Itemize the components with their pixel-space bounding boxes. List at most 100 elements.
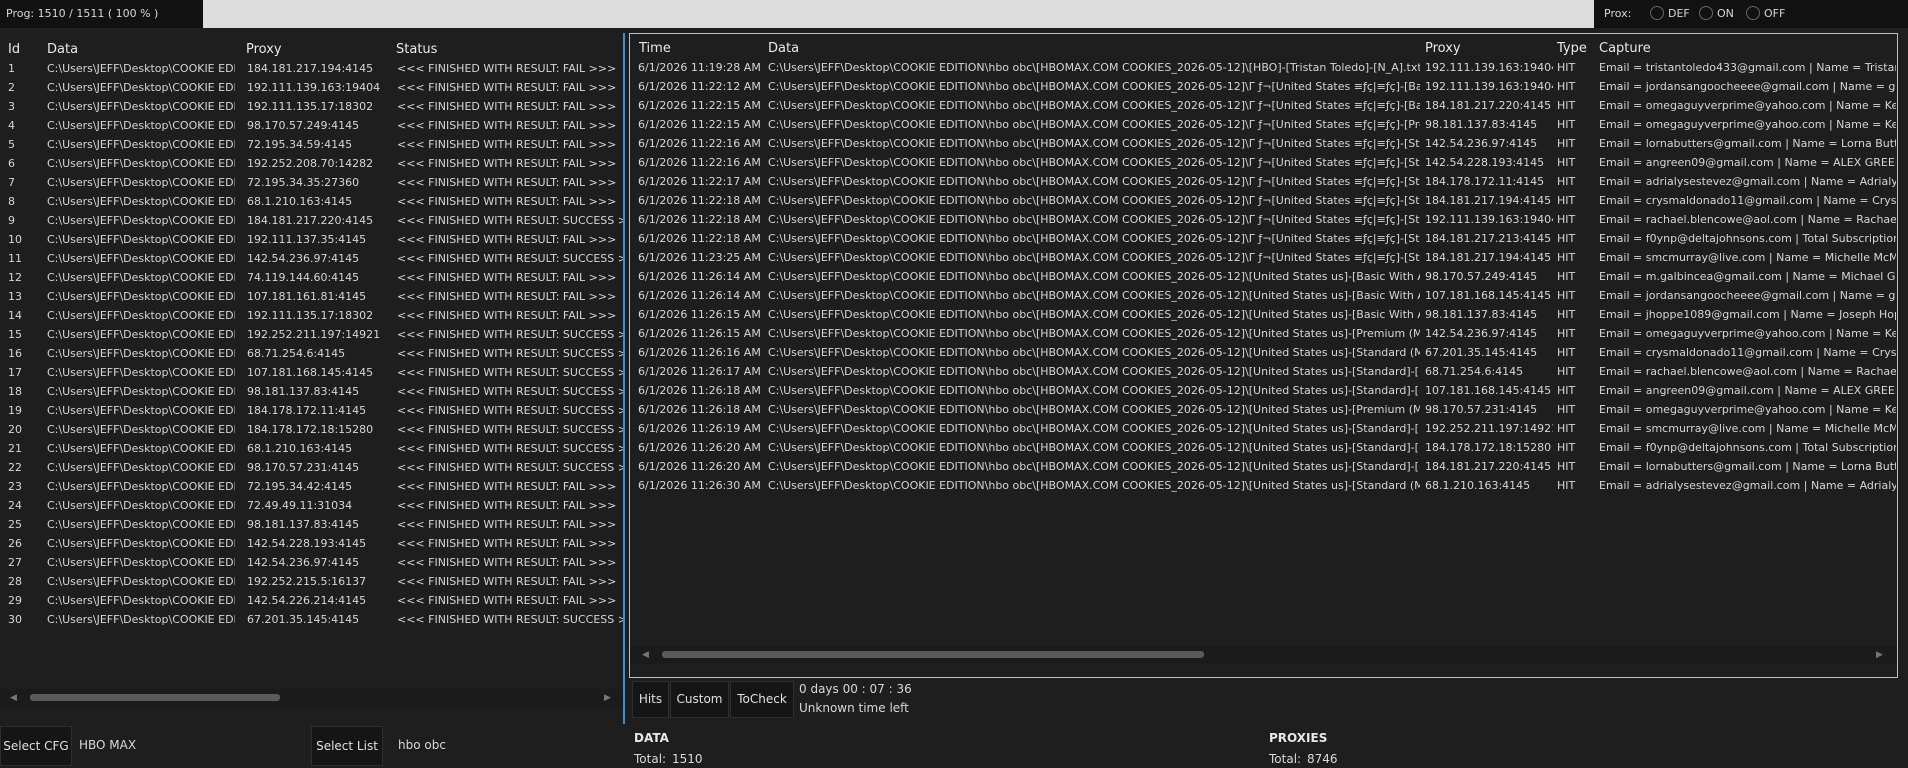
table-row[interactable]: 5 C:\Users\JEFF\Desktop\COOKIE EDI 72.195.… bbox=[0, 135, 623, 154]
cell-capture: Email = tristantoledo433@gmail.com | Nam… bbox=[1599, 61, 1896, 74]
table-row[interactable]: 16 C:\Users\JEFF\Desktop\COOKIE EDI 68.71.… bbox=[0, 344, 623, 363]
table-row[interactable]: 2 C:\Users\JEFF\Desktop\COOKIE EDI 192.111… bbox=[0, 78, 623, 97]
panel-splitter[interactable] bbox=[623, 33, 625, 724]
cell-capture: Email = lornabutters@gmail.com | Name = … bbox=[1599, 460, 1896, 473]
table-row[interactable]: 9 C:\Users\JEFF\Desktop\COOKIE EDI 184.181… bbox=[0, 211, 623, 230]
table-row[interactable]: 6/1/2026 11:22:18 AM C:\Users\JEFF\Deskto… bbox=[630, 229, 1896, 248]
tab-tocheck[interactable]: ToCheck bbox=[730, 681, 794, 718]
table-row[interactable]: 6/1/2026 11:26:30 AM C:\Users\JEFF\Deskto… bbox=[630, 476, 1896, 495]
table-row[interactable]: 4 C:\Users\JEFF\Desktop\COOKIE EDI 98.170.… bbox=[0, 116, 623, 135]
prox-radio-def[interactable] bbox=[1650, 6, 1664, 20]
prox-radio-off[interactable] bbox=[1746, 6, 1760, 20]
table-row[interactable]: 6/1/2026 11:26:14 AM C:\Users\JEFF\Deskto… bbox=[630, 286, 1896, 305]
table-row[interactable]: 6/1/2026 11:26:16 AM C:\Users\JEFF\Deskto… bbox=[630, 343, 1896, 362]
table-row[interactable]: 6 C:\Users\JEFF\Desktop\COOKIE EDI 192.252… bbox=[0, 154, 623, 173]
table-row[interactable]: 30 C:\Users\JEFF\Desktop\COOKIE EDI 67.201… bbox=[0, 610, 623, 629]
table-row[interactable]: 22 C:\Users\JEFF\Desktop\COOKIE EDI 98.170… bbox=[0, 458, 623, 477]
table-row[interactable]: 6/1/2026 11:26:18 AM C:\Users\JEFF\Deskto… bbox=[630, 400, 1896, 419]
column-header-status[interactable]: Status bbox=[396, 42, 437, 57]
prox-radio-on[interactable] bbox=[1699, 6, 1713, 20]
table-row[interactable]: 6/1/2026 11:22:12 AM C:\Users\JEFF\Deskto… bbox=[630, 77, 1896, 96]
select-cfg-button[interactable]: Select CFG bbox=[0, 726, 72, 766]
table-row[interactable]: 6/1/2026 11:22:15 AM C:\Users\JEFF\Deskto… bbox=[630, 96, 1896, 115]
column-header-proxy[interactable]: Proxy bbox=[1425, 41, 1461, 56]
cell-proxy: 142.54.236.97:4145 bbox=[247, 556, 360, 569]
table-row[interactable]: 6/1/2026 11:22:15 AM C:\Users\JEFF\Deskto… bbox=[630, 115, 1896, 134]
table-row[interactable]: 6/1/2026 11:19:28 AM C:\Users\JEFF\Deskto… bbox=[630, 58, 1896, 77]
table-row[interactable]: 1 C:\Users\JEFF\Desktop\COOKIE EDI 184.181… bbox=[0, 59, 623, 78]
cell-data: C:\Users\JEFF\Desktop\COOKIE EDI bbox=[47, 499, 235, 512]
table-row[interactable]: 21 C:\Users\JEFF\Desktop\COOKIE EDI 68.1.2… bbox=[0, 439, 623, 458]
table-row[interactable]: 6/1/2026 11:22:18 AM C:\Users\JEFF\Deskto… bbox=[630, 191, 1896, 210]
cell-data: C:\Users\JEFF\Desktop\COOKIE EDITION\hbo… bbox=[768, 156, 1420, 169]
table-row[interactable]: 6/1/2026 11:26:18 AM C:\Users\JEFF\Deskto… bbox=[630, 381, 1896, 400]
table-row[interactable]: 6/1/2026 11:26:15 AM C:\Users\JEFF\Deskto… bbox=[630, 324, 1896, 343]
table-row[interactable]: 18 C:\Users\JEFF\Desktop\COOKIE EDI 98.181… bbox=[0, 382, 623, 401]
table-row[interactable]: 6/1/2026 11:26:19 AM C:\Users\JEFF\Deskto… bbox=[630, 419, 1896, 438]
table-row[interactable]: 6/1/2026 11:22:16 AM C:\Users\JEFF\Deskto… bbox=[630, 153, 1896, 172]
cell-proxy: 72.195.34.59:4145 bbox=[247, 138, 353, 151]
scroll-left-arrow-icon[interactable]: ◀ bbox=[10, 693, 17, 703]
cell-proxy: 142.54.228.193:4145 bbox=[1425, 156, 1545, 169]
scroll-right-arrow-icon[interactable]: ▶ bbox=[1876, 650, 1883, 660]
column-header-time[interactable]: Time bbox=[639, 41, 671, 56]
table-row[interactable]: 3 C:\Users\JEFF\Desktop\COOKIE EDI 192.111… bbox=[0, 97, 623, 116]
table-row[interactable]: 14 C:\Users\JEFF\Desktop\COOKIE EDI 192.11… bbox=[0, 306, 623, 325]
table-row[interactable]: 29 C:\Users\JEFF\Desktop\COOKIE EDI 142.54… bbox=[0, 591, 623, 610]
cell-time: 6/1/2026 11:22:16 AM bbox=[638, 137, 761, 150]
cell-data: C:\Users\JEFF\Desktop\COOKIE EDI bbox=[47, 613, 235, 626]
table-row[interactable]: 13 C:\Users\JEFF\Desktop\COOKIE EDI 107.18… bbox=[0, 287, 623, 306]
table-row[interactable]: 6/1/2026 11:26:20 AM C:\Users\JEFF\Deskto… bbox=[630, 438, 1896, 457]
cell-proxy: 184.181.217.220:4145 bbox=[247, 214, 374, 227]
data-total-value: 1510 bbox=[672, 752, 703, 766]
table-row[interactable]: 12 C:\Users\JEFF\Desktop\COOKIE EDI 74.119… bbox=[0, 268, 623, 287]
cell-status: <<< FINISHED WITH RESULT: FAIL >>> bbox=[397, 62, 617, 75]
column-header-capture[interactable]: Capture bbox=[1599, 41, 1651, 56]
table-row[interactable]: 28 C:\Users\JEFF\Desktop\COOKIE EDI 192.25… bbox=[0, 572, 623, 591]
tab-custom[interactable]: Custom bbox=[670, 681, 729, 718]
cell-capture: Email = f0ynp@deltajohnsons.com | Total … bbox=[1599, 441, 1896, 454]
right-scrollbar-thumb[interactable] bbox=[662, 651, 1204, 658]
scroll-right-arrow-icon[interactable]: ▶ bbox=[604, 693, 611, 703]
table-row[interactable]: 25 C:\Users\JEFF\Desktop\COOKIE EDI 98.181… bbox=[0, 515, 623, 534]
table-row[interactable]: 6/1/2026 11:26:14 AM C:\Users\JEFF\Deskto… bbox=[630, 267, 1896, 286]
table-row[interactable]: 23 C:\Users\JEFF\Desktop\COOKIE EDI 72.195… bbox=[0, 477, 623, 496]
table-row[interactable]: 27 C:\Users\JEFF\Desktop\COOKIE EDI 142.54… bbox=[0, 553, 623, 572]
column-header-type[interactable]: Type bbox=[1557, 41, 1587, 56]
table-row[interactable]: 6/1/2026 11:26:17 AM C:\Users\JEFF\Deskto… bbox=[630, 362, 1896, 381]
table-row[interactable]: 6/1/2026 11:23:25 AM C:\Users\JEFF\Deskto… bbox=[630, 248, 1896, 267]
tab-hits[interactable]: Hits bbox=[632, 681, 669, 718]
cell-status: <<< FINISHED WITH RESULT: FAIL >>> bbox=[397, 100, 617, 113]
cell-data: C:\Users\JEFF\Desktop\COOKIE EDI bbox=[47, 195, 235, 208]
column-header-data[interactable]: Data bbox=[768, 41, 799, 56]
cell-type: HIT bbox=[1557, 346, 1576, 359]
cell-data: C:\Users\JEFF\Desktop\COOKIE EDI bbox=[47, 480, 235, 493]
cell-data: C:\Users\JEFF\Desktop\COOKIE EDITION\hbo… bbox=[768, 289, 1420, 302]
table-row[interactable]: 17 C:\Users\JEFF\Desktop\COOKIE EDI 107.18… bbox=[0, 363, 623, 382]
table-row[interactable]: 15 C:\Users\JEFF\Desktop\COOKIE EDI 192.25… bbox=[0, 325, 623, 344]
table-row[interactable]: 6/1/2026 11:22:18 AM C:\Users\JEFF\Deskto… bbox=[630, 210, 1896, 229]
cell-type: HIT bbox=[1557, 251, 1576, 264]
table-row[interactable]: 6/1/2026 11:22:17 AM C:\Users\JEFF\Deskto… bbox=[630, 172, 1896, 191]
table-row[interactable]: 26 C:\Users\JEFF\Desktop\COOKIE EDI 142.54… bbox=[0, 534, 623, 553]
cell-time: 6/1/2026 11:26:19 AM bbox=[638, 422, 761, 435]
table-row[interactable]: 10 C:\Users\JEFF\Desktop\COOKIE EDI 192.11… bbox=[0, 230, 623, 249]
table-row[interactable]: 20 C:\Users\JEFF\Desktop\COOKIE EDI 184.17… bbox=[0, 420, 623, 439]
column-header-data[interactable]: Data bbox=[47, 42, 78, 57]
column-header-proxy[interactable]: Proxy bbox=[246, 42, 282, 57]
table-row[interactable]: 6/1/2026 11:26:15 AM C:\Users\JEFF\Deskto… bbox=[630, 305, 1896, 324]
table-row[interactable]: 24 C:\Users\JEFF\Desktop\COOKIE EDI 72.49.… bbox=[0, 496, 623, 515]
left-scrollbar-thumb[interactable] bbox=[30, 694, 280, 701]
table-row[interactable]: 8 C:\Users\JEFF\Desktop\COOKIE EDI 68.1.21… bbox=[0, 192, 623, 211]
progress-text: Prog: 1510 / 1511 ( 100 % ) bbox=[6, 7, 159, 20]
table-row[interactable]: 11 C:\Users\JEFF\Desktop\COOKIE EDI 142.54… bbox=[0, 249, 623, 268]
select-list-button[interactable]: Select List bbox=[311, 726, 383, 766]
column-header-id[interactable]: Id bbox=[8, 42, 20, 57]
cell-data: C:\Users\JEFF\Desktop\COOKIE EDITION\hbo… bbox=[768, 232, 1420, 245]
table-row[interactable]: 19 C:\Users\JEFF\Desktop\COOKIE EDI 184.17… bbox=[0, 401, 623, 420]
scroll-left-arrow-icon[interactable]: ◀ bbox=[642, 650, 649, 660]
table-row[interactable]: 7 C:\Users\JEFF\Desktop\COOKIE EDI 72.195.… bbox=[0, 173, 623, 192]
table-row[interactable]: 6/1/2026 11:22:16 AM C:\Users\JEFF\Deskto… bbox=[630, 134, 1896, 153]
table-row[interactable]: 6/1/2026 11:26:20 AM C:\Users\JEFF\Deskto… bbox=[630, 457, 1896, 476]
cell-id: 3 bbox=[8, 100, 15, 113]
